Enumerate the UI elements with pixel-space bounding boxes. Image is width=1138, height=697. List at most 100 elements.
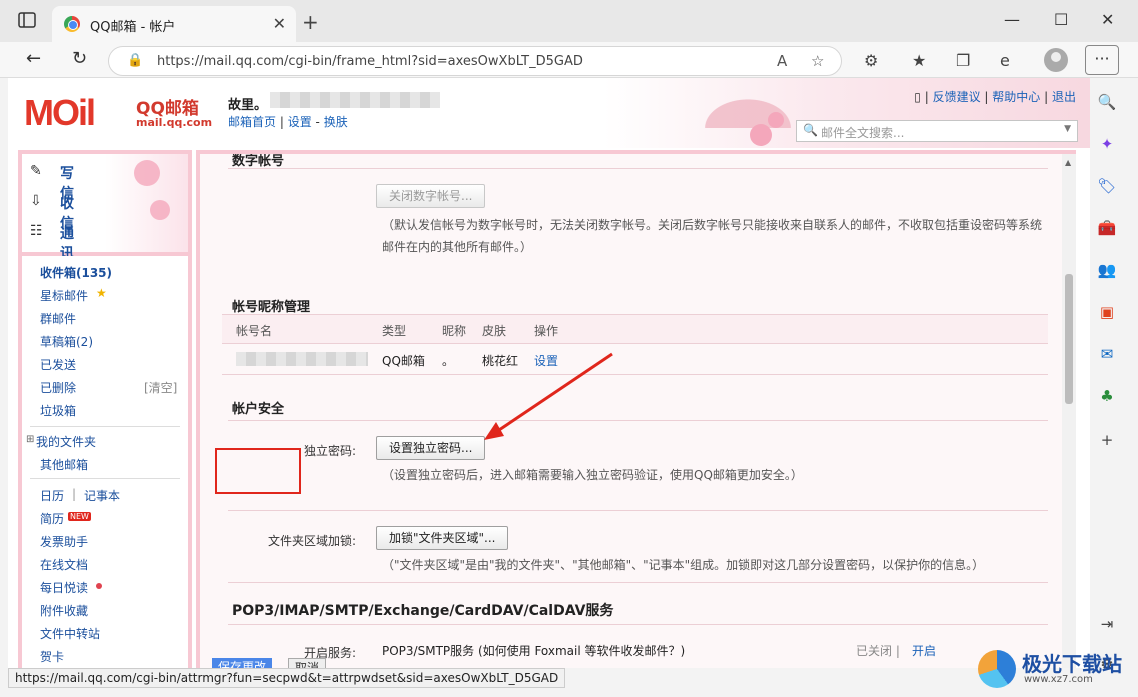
- maximize-icon[interactable]: ☐: [1054, 10, 1068, 29]
- scroll-up-icon[interactable]: ▲: [1065, 158, 1071, 167]
- tab-close-icon[interactable]: ✕: [273, 14, 286, 33]
- skin-link[interactable]: 换肤: [324, 115, 348, 129]
- folder-other-mailbox[interactable]: 其他邮箱: [40, 456, 88, 473]
- address-bar[interactable]: 🔒 https://mail.qq.com/cgi-bin/frame_html…: [108, 46, 842, 76]
- edge-extension-icon[interactable]: e: [1000, 51, 1010, 70]
- back-icon[interactable]: ←: [26, 48, 41, 69]
- refresh-icon[interactable]: ↻: [72, 48, 87, 69]
- app-docs[interactable]: 在线文档: [40, 556, 88, 573]
- minimize-icon[interactable]: —: [1004, 10, 1020, 29]
- sidebar-search-icon[interactable]: 🔍: [1097, 92, 1117, 112]
- independent-pwd-note: （设置独立密码后，进入邮箱需要输入独立密码验证，使用QQ邮箱更加安全。）: [382, 468, 803, 482]
- folder-my-folders[interactable]: 我的文件夹: [36, 433, 96, 450]
- inbox-icon: ⇩: [30, 193, 42, 209]
- content-scrollbar[interactable]: ▲: [1062, 154, 1076, 668]
- blossom-decoration: [134, 160, 160, 186]
- app-daily-read[interactable]: 每日悦读: [40, 579, 88, 596]
- extensions-icon[interactable]: ⚙: [864, 51, 878, 70]
- save-changes-button[interactable]: 保存更改: [212, 658, 273, 668]
- browser-tab-active[interactable]: QQ邮箱 - 帐户 ✕: [52, 6, 296, 42]
- folder-starred[interactable]: 星标邮件: [40, 287, 88, 304]
- app-notes[interactable]: 记事本: [84, 487, 120, 504]
- folder-deleted[interactable]: 已删除: [40, 379, 76, 396]
- folder-sent[interactable]: 已发送: [40, 356, 76, 373]
- sidebar-collapse-icon[interactable]: ⇥: [1097, 614, 1117, 634]
- new-tab-icon[interactable]: +: [302, 10, 319, 34]
- col-skin: 皮肤: [482, 324, 507, 338]
- unread-dot-icon: [96, 583, 102, 589]
- tab-actions-icon[interactable]: [18, 12, 38, 30]
- folder-group[interactable]: 群邮件: [40, 310, 76, 327]
- user-name: 故里。: [228, 98, 268, 113]
- settings-panel: 数字帐号 关闭数字帐号... （默认发信帐号为数字帐号时，无法关闭数字帐号。关闭…: [200, 154, 1062, 668]
- settings-link[interactable]: 设置: [288, 115, 312, 129]
- blossom-decoration: [150, 200, 170, 220]
- sidebar-outlook-icon[interactable]: ✉: [1097, 344, 1117, 364]
- folder-lock-note: （"文件夹区域"是由"我的文件夹"、"其他邮箱"、"记事本"组成。加锁即对这几部…: [382, 558, 985, 572]
- app-file-transfer[interactable]: 文件中转站: [40, 625, 100, 642]
- sidebar-add-icon[interactable]: +: [1097, 430, 1117, 450]
- help-link[interactable]: 帮助中心: [992, 90, 1040, 104]
- account-security-title: 帐户安全: [232, 402, 285, 417]
- sidebar-tree-icon[interactable]: ♣: [1097, 386, 1117, 406]
- header-decoration: [688, 88, 808, 128]
- app-attachments[interactable]: 附件收藏: [40, 602, 88, 619]
- col-account: 帐号名: [236, 324, 273, 338]
- folder-lock-label: 文件夹区域加锁:: [267, 534, 356, 548]
- profile-avatar[interactable]: [1044, 48, 1068, 72]
- phone-icon[interactable]: ▯: [914, 90, 921, 104]
- header-links: 邮箱首页 | 设置 - 换肤: [228, 113, 348, 130]
- cancel-button[interactable]: 取消: [288, 658, 327, 668]
- mail-search-input[interactable]: 🔍 邮件全文搜索... ▼: [796, 120, 1078, 142]
- nickname-mgmt-title: 帐号昵称管理: [232, 300, 311, 315]
- sidebar-shopping-icon[interactable]: 🏷: [1097, 176, 1117, 196]
- cell-action-link[interactable]: 设置: [534, 352, 558, 369]
- pop-enable-link[interactable]: 开启: [912, 642, 936, 659]
- feedback-link[interactable]: 反馈建议: [933, 90, 981, 104]
- app-cards[interactable]: 贺卡: [40, 648, 64, 665]
- divider: [30, 478, 180, 479]
- lock-icon[interactable]: 🔒: [127, 53, 143, 68]
- logout-link[interactable]: 退出: [1052, 90, 1076, 104]
- edge-sidebar: 🔍 ✦ 🏷 🧰 👥 ▣ ✉ ♣ + ⇥ ⚙: [1090, 78, 1138, 697]
- home-link[interactable]: 邮箱首页: [228, 115, 276, 129]
- app-invoice[interactable]: 发票助手: [40, 533, 88, 550]
- star-icon: ★: [96, 286, 107, 300]
- digital-account-note: （默认发信帐号为数字帐号时，无法关闭数字帐号。关闭后数字帐号只能接收来自联系人的…: [382, 218, 1043, 254]
- expand-icon[interactable]: ⊞: [26, 434, 34, 445]
- lock-folder-area-button[interactable]: 加锁"文件夹区域"...: [376, 526, 509, 550]
- favorite-add-icon[interactable]: ☆: [811, 52, 824, 70]
- sidebar-copilot-icon[interactable]: ✦: [1097, 134, 1117, 154]
- mail-logo[interactable]: MOil: [24, 92, 96, 134]
- sidebar-office-icon[interactable]: ▣: [1097, 302, 1117, 322]
- folder-inbox[interactable]: 收件箱(135): [40, 264, 112, 281]
- blossom-decoration: [768, 112, 784, 128]
- col-type: 类型: [382, 324, 407, 338]
- mail-header: MOil QQ邮箱 mail.qq.com 故里。 邮箱首页 | 设置 - 换肤…: [8, 78, 1090, 148]
- sidebar-tools-icon[interactable]: 🧰: [1097, 218, 1117, 238]
- contacts-icon: ☷: [30, 223, 43, 239]
- url-text[interactable]: https://mail.qq.com/cgi-bin/frame_html?s…: [157, 54, 583, 69]
- collections-icon[interactable]: ❐: [956, 51, 970, 70]
- scroll-thumb[interactable]: [1065, 274, 1073, 404]
- close-digital-account-button[interactable]: 关闭数字帐号...: [376, 184, 486, 208]
- favorites-icon[interactable]: ★: [912, 51, 926, 70]
- app-resume[interactable]: 简历: [40, 510, 64, 527]
- watermark-title: 极光下载站: [1022, 652, 1122, 676]
- pop-smtp-service[interactable]: POP3/SMTP服务 (如何使用 Foxmail 等软件收发邮件？): [382, 642, 685, 659]
- folder-trash[interactable]: 垃圾箱: [40, 402, 76, 419]
- app-calendar[interactable]: 日历: [40, 487, 64, 504]
- browser-tab-bar: QQ邮箱 - 帐户 ✕ + — ☐ ✕: [0, 0, 1138, 42]
- chevron-down-icon[interactable]: ▼: [1064, 124, 1071, 134]
- clear-trash-link[interactable]: [清空]: [144, 379, 177, 396]
- sidebar-people-icon[interactable]: 👥: [1097, 260, 1117, 280]
- redacted-email: [270, 92, 440, 108]
- main-content: 数字帐号 关闭数字帐号... （默认发信帐号为数字帐号时，无法关闭数字帐号。关闭…: [196, 150, 1076, 668]
- set-independent-password-button[interactable]: 设置独立密码...: [376, 436, 486, 460]
- divider: |: [72, 487, 77, 501]
- read-aloud-icon[interactable]: A: [777, 52, 787, 70]
- more-menu-icon[interactable]: ···: [1085, 45, 1119, 75]
- col-action: 操作: [534, 324, 559, 338]
- folder-drafts[interactable]: 草稿箱(2): [40, 333, 93, 350]
- close-window-icon[interactable]: ✕: [1101, 10, 1114, 29]
